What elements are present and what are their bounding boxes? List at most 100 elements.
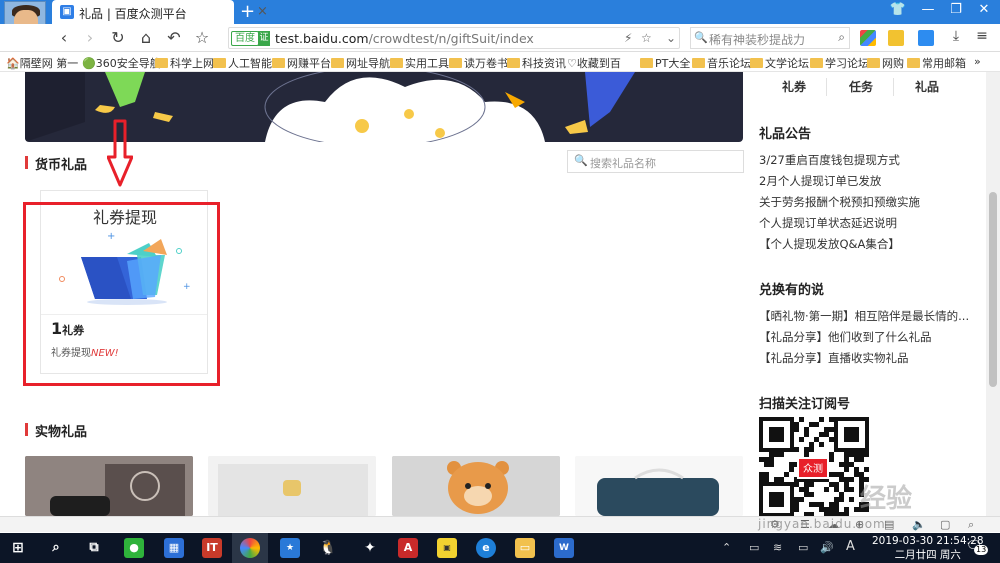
forward-icon[interactable]: ›: [80, 28, 100, 47]
sidebar-tabs: 礼券 任务 礼品: [759, 76, 974, 98]
browser-app-icon[interactable]: [240, 538, 260, 558]
physical-gift-thumb[interactable]: [575, 456, 743, 516]
refresh-icon[interactable]: ↻: [108, 28, 128, 47]
watermark-url: jingyan.baidu.com: [758, 517, 886, 531]
page-scrollbar[interactable]: [986, 72, 1000, 516]
share-link[interactable]: 【礼品分享】直播收实物礼品: [759, 350, 909, 366]
wechat-icon[interactable]: ●: [124, 538, 144, 558]
windows-start-icon[interactable]: ⊞: [8, 538, 28, 558]
app-icon[interactable]: IT: [202, 538, 222, 558]
ime-indicator[interactable]: A: [846, 539, 855, 554]
search-icon[interactable]: ⌕: [838, 30, 845, 45]
announcement-link[interactable]: 关于劳务报酬个税预扣预缴实施: [759, 194, 920, 210]
scrollbar-thumb[interactable]: [989, 192, 997, 387]
bookmark-folder[interactable]: 网址导航: [331, 55, 390, 71]
bookmarks-overflow-icon[interactable]: »: [974, 55, 981, 68]
qr-logo: 众测: [797, 457, 829, 479]
network-icon[interactable]: ≋: [773, 541, 782, 554]
shield-icon[interactable]: [918, 30, 934, 46]
file-explorer-icon[interactable]: ▭: [515, 538, 535, 558]
new-tab-button[interactable]: +: [240, 1, 255, 22]
extension-icon[interactable]: [888, 30, 904, 46]
physical-gift-thumb[interactable]: [392, 456, 560, 516]
app-icon[interactable]: ▦: [164, 538, 184, 558]
qq-icon[interactable]: 🐧: [318, 538, 338, 558]
app-icon[interactable]: ★: [280, 538, 300, 558]
fox-icon[interactable]: ✦: [360, 538, 380, 558]
volume-icon[interactable]: 🔈: [912, 518, 926, 531]
annotation-highlight-box: [23, 202, 220, 386]
app-icon[interactable]: A: [398, 538, 418, 558]
notification-count: 13: [974, 545, 989, 555]
baidu-favicon-icon: ▣: [60, 5, 74, 19]
tray-chevron-icon[interactable]: ⌃: [722, 541, 731, 554]
bookmark-folder[interactable]: 实用工具: [390, 55, 449, 71]
announce-title: 礼品公告: [759, 127, 812, 142]
announcement-link[interactable]: 2月个人提现订单已发放: [759, 173, 881, 189]
qr-title: 扫描关注订阅号: [759, 397, 851, 412]
bookmark-folder[interactable]: 音乐论坛: [692, 55, 751, 71]
tray-icon[interactable]: ▭: [798, 541, 808, 554]
bookmark-folder[interactable]: 网赚平台: [272, 55, 331, 71]
bookmark-item[interactable]: ♡收藏到百: [567, 55, 621, 71]
search-engine-icon: 🔍: [694, 31, 708, 44]
skin-icon[interactable]: 👕: [888, 2, 908, 17]
annotation-arrow-icon: [107, 119, 133, 187]
announcement-link[interactable]: 3/27重启百度钱包提现方式: [759, 152, 900, 168]
url-field[interactable]: 百度 证 test.baidu.com/crowdtest/n/giftSuit…: [228, 27, 680, 49]
bookmark-folder[interactable]: 读万卷书: [449, 55, 508, 71]
bookmark-folder[interactable]: PT大全: [640, 55, 690, 71]
tab-voucher[interactable]: 礼券: [782, 78, 806, 95]
download-icon[interactable]: ⤓: [946, 28, 966, 44]
browser-tab-bar: ▣ 礼品 | 百度众测平台 × + 👕 — ❐ ✕: [0, 0, 1000, 24]
bookmark-item[interactable]: 🟢360安全导航: [82, 55, 161, 71]
gift-search-placeholder: 搜索礼品名称: [590, 157, 656, 170]
physical-gift-thumb[interactable]: [25, 456, 193, 516]
active-tab[interactable]: ▣ 礼品 | 百度众测平台 ×: [52, 0, 268, 24]
bookmark-folder[interactable]: 科技资讯: [507, 55, 566, 71]
bookmark-folder[interactable]: 网购: [867, 55, 904, 71]
bookmark-folder[interactable]: 文学论坛: [750, 55, 809, 71]
announcement-link[interactable]: 个人提现订单状态延迟说明: [759, 215, 897, 231]
bookmark-folder[interactable]: 人工智能: [213, 55, 272, 71]
ie-icon[interactable]: e: [476, 538, 496, 558]
bookmark-folder[interactable]: 科学上网: [155, 55, 214, 71]
tab-task[interactable]: 任务: [849, 78, 873, 95]
bookmark-item[interactable]: 🏠隔壁网 第一: [6, 55, 78, 71]
volume-icon[interactable]: 🔊: [820, 541, 834, 554]
undo-icon[interactable]: ↶: [164, 28, 184, 47]
browser-search-input[interactable]: 🔍 稀有神装秒提战力 ⌕: [690, 27, 850, 49]
apps-icon[interactable]: [860, 30, 876, 46]
app-icon[interactable]: W: [554, 538, 574, 558]
back-icon[interactable]: ‹: [54, 28, 74, 47]
qr-code-image: 众测: [759, 417, 869, 516]
share-link[interactable]: 【晒礼物·第一期】相互陪伴是最长情的...: [759, 308, 969, 324]
search-icon[interactable]: ⌕: [46, 538, 66, 558]
status-icon[interactable]: ▢: [940, 518, 950, 531]
restore-button[interactable]: ❐: [946, 2, 966, 17]
minimize-button[interactable]: —: [918, 2, 938, 17]
bookmark-folder[interactable]: 学习论坛: [810, 55, 869, 71]
star-icon[interactable]: ☆: [192, 28, 212, 47]
tab-separator: [893, 78, 894, 96]
close-window-button[interactable]: ✕: [974, 2, 994, 17]
search-placeholder: 稀有神装秒提战力: [709, 33, 806, 47]
notification-center-icon[interactable]: 🗨 13: [966, 539, 989, 557]
physical-gift-thumb[interactable]: [208, 456, 376, 516]
bookmark-star-icon[interactable]: ☆: [641, 31, 652, 45]
gift-search-input[interactable]: 🔍 搜索礼品名称: [567, 150, 744, 173]
chevron-down-icon[interactable]: ⌄: [666, 31, 676, 45]
windows-taskbar: ⊞ ⌕ ⧉ ● ▦ IT ★ 🐧 ✦ A ▣ e ▭ W ⌃ ▭ ≋ ▭ 🔊 A…: [0, 533, 1000, 563]
home-icon[interactable]: ⌂: [136, 28, 156, 47]
task-view-icon[interactable]: ⧉: [84, 538, 104, 558]
tab-gift[interactable]: 礼品: [915, 78, 939, 95]
close-tab-icon[interactable]: ×: [257, 4, 268, 19]
tray-icon[interactable]: ▭: [749, 541, 759, 554]
lightning-icon[interactable]: ⚡: [624, 31, 632, 45]
bookmark-folder[interactable]: 常用邮箱: [907, 55, 966, 71]
menu-icon[interactable]: ≡: [972, 28, 992, 44]
app-icon[interactable]: ▣: [437, 538, 457, 558]
announcement-link[interactable]: 【个人提现发放Q&A集合】: [759, 236, 900, 252]
search-icon[interactable]: ⌕: [968, 518, 974, 532]
share-link[interactable]: 【礼品分享】他们收到了什么礼品: [759, 329, 932, 345]
